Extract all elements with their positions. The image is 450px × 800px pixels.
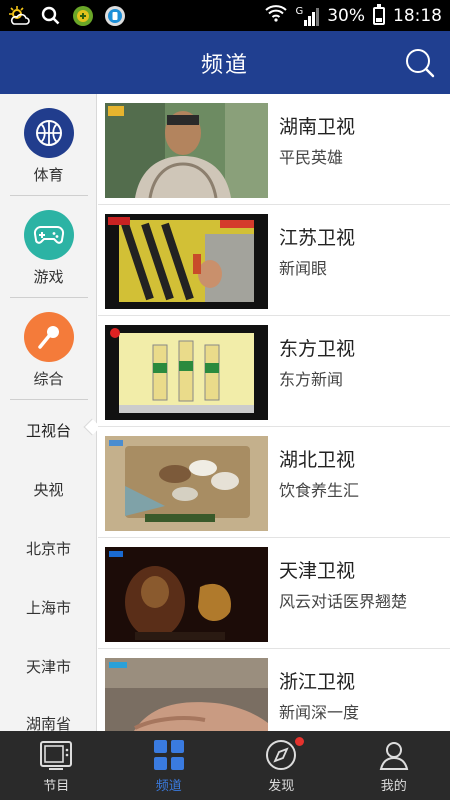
channel-name: 湖南卫视: [279, 116, 356, 138]
nav-programs[interactable]: 节目: [0, 731, 113, 800]
nav-label: 发现: [268, 779, 295, 794]
nav-channels[interactable]: 频道: [113, 731, 226, 800]
status-system: G 30% 18:18: [265, 3, 442, 28]
channel-program: 新闻深一度: [279, 703, 360, 722]
signal-icon: G: [295, 5, 320, 26]
nav-discover[interactable]: 发现: [225, 731, 338, 800]
category-sports[interactable]: 体育: [0, 94, 96, 195]
channel-list[interactable]: 湖南卫视 平民英雄 江苏卫视 新闻眼 东方卫视 东方新闻 湖北卫视 饮食养生汇 …: [98, 94, 450, 731]
compass-icon: [263, 738, 299, 772]
region-item-tianjin[interactable]: 天津市: [0, 656, 96, 677]
tv-icon: [38, 738, 74, 772]
channel-thumbnail: [105, 325, 268, 420]
network-type: G: [295, 5, 304, 17]
channel-row[interactable]: 浙江卫视 新闻深一度: [98, 649, 450, 731]
user-icon: [376, 738, 412, 772]
channel-program: 风云对话医界翘楚: [279, 592, 408, 611]
battery-icon: [373, 3, 385, 25]
channel-name: 天津卫视: [279, 560, 356, 582]
status-notifications: [8, 3, 126, 28]
microphone-icon: [23, 312, 74, 362]
basketball-icon: [23, 108, 74, 158]
search-icon: [40, 5, 62, 27]
search-icon: [406, 49, 435, 78]
divider: [10, 399, 88, 400]
channel-thumbnail: [105, 214, 268, 309]
battery-percent: 30%: [327, 5, 365, 26]
region-item-cctv[interactable]: 央视: [0, 479, 96, 500]
channel-name: 江苏卫视: [279, 227, 356, 249]
channel-program: 饮食养生汇: [279, 481, 360, 500]
nav-label: 节目: [43, 779, 70, 794]
channel-program: 东方新闻: [279, 370, 344, 389]
bottom-nav: 节目 频道 发现 我的: [0, 731, 450, 800]
category-games[interactable]: 游戏: [0, 196, 96, 297]
channel-name: 浙江卫视: [279, 671, 356, 693]
category-label: 体育: [33, 166, 64, 184]
nav-label: 我的: [380, 779, 407, 794]
channel-thumbnail: [105, 658, 268, 731]
grid-icon: [151, 738, 187, 772]
region-item-satellite[interactable]: 卫视台: [0, 420, 96, 441]
region-item-shanghai[interactable]: 上海市: [0, 597, 96, 618]
status-bar: G 30% 18:18: [0, 0, 450, 31]
channel-row[interactable]: 东方卫视 东方新闻: [98, 316, 450, 427]
region-item-hunan[interactable]: 湖南省: [0, 713, 96, 731]
channel-row[interactable]: 湖北卫视 饮食养生汇: [98, 427, 450, 538]
app-icon: [104, 5, 126, 27]
notification-dot: [295, 737, 304, 746]
channel-thumbnail: [105, 103, 268, 198]
clock: 18:18: [393, 5, 442, 26]
channel-row[interactable]: 天津卫视 风云对话医界翘楚: [98, 538, 450, 649]
nav-mine[interactable]: 我的: [338, 731, 450, 800]
channel-program: 新闻眼: [279, 259, 328, 278]
page-title: 频道: [200, 53, 249, 78]
search-button[interactable]: [404, 47, 436, 79]
category-general[interactable]: 综合: [0, 298, 96, 399]
wifi-icon: [265, 4, 288, 27]
weather-icon: [8, 5, 30, 27]
region-item-beijing[interactable]: 北京市: [0, 538, 96, 559]
channel-thumbnail: [105, 547, 268, 642]
game-app-icon: [72, 5, 94, 27]
channel-name: 东方卫视: [279, 338, 356, 360]
channel-row[interactable]: 湖南卫视 平民英雄: [98, 94, 450, 205]
channel-program: 平民英雄: [279, 148, 344, 167]
app-header: 频道: [0, 31, 450, 94]
gamepad-icon: [23, 210, 74, 260]
category-label: 游戏: [33, 268, 64, 286]
channel-row[interactable]: 江苏卫视 新闻眼: [98, 205, 450, 316]
channel-thumbnail: [105, 436, 268, 531]
category-sidebar: 体育 游戏 综合 卫视台 央视 北京市 上海市 天津市 湖南省: [0, 94, 97, 731]
category-label: 综合: [33, 370, 64, 388]
nav-label: 频道: [155, 779, 182, 794]
channel-name: 湖北卫视: [279, 449, 356, 471]
